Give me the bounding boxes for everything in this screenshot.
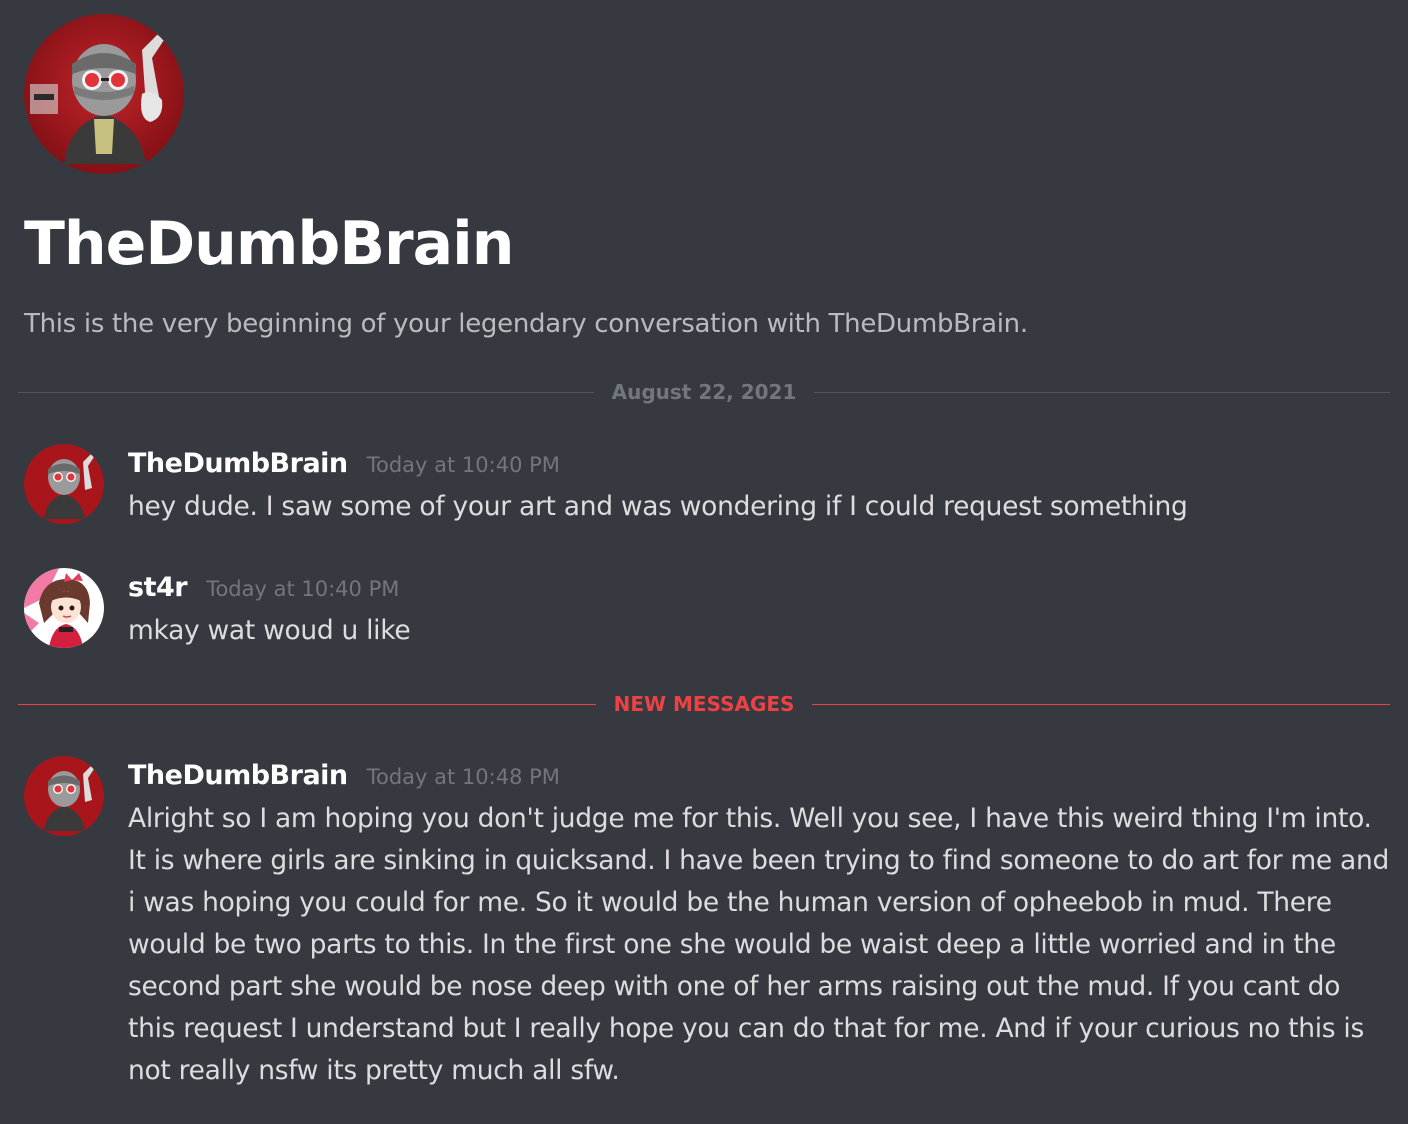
date-divider: August 22, 2021 — [18, 377, 1391, 407]
divider-line — [812, 703, 1391, 705]
message-item: st4r Today at 10:40 PM mkay wat woud u l… — [24, 568, 1394, 658]
divider-line — [814, 391, 1391, 393]
new-messages-divider: NEW MESSAGES — [18, 689, 1391, 719]
message-header: TheDumbBrain Today at 10:40 PM — [128, 446, 560, 482]
message-timestamp: Today at 10:40 PM — [206, 577, 400, 601]
divider-line — [18, 391, 594, 393]
message-timestamp: Today at 10:40 PM — [366, 453, 560, 477]
message-content: mkay wat woud u like — [128, 615, 411, 646]
author-avatar[interactable] — [24, 756, 104, 836]
new-messages-label: NEW MESSAGES — [613, 692, 795, 716]
message-header: st4r Today at 10:40 PM — [128, 570, 399, 606]
message-timestamp: Today at 10:48 PM — [366, 765, 560, 789]
dm-channel: TheDumbBrain This is the very beginning … — [0, 0, 1408, 1124]
message-header: TheDumbBrain Today at 10:48 PM — [128, 758, 560, 794]
message-item: TheDumbBrain Today at 10:40 PM hey dude.… — [24, 444, 1394, 534]
date-divider-label: August 22, 2021 — [611, 380, 797, 404]
message-content: Alright so I am hoping you don't judge m… — [128, 803, 1390, 1086]
profile-avatar-large[interactable] — [24, 14, 184, 174]
message-content: hey dude. I saw some of your art and was… — [128, 491, 1188, 522]
author-username[interactable]: TheDumbBrain — [128, 760, 348, 791]
dm-title: TheDumbBrain — [24, 209, 514, 279]
dm-intro-text: This is the very beginning of your legen… — [24, 309, 1028, 339]
author-username[interactable]: TheDumbBrain — [128, 448, 348, 479]
author-avatar[interactable] — [24, 444, 104, 524]
author-username[interactable]: st4r — [128, 572, 188, 603]
divider-line — [18, 703, 596, 705]
author-avatar[interactable] — [24, 568, 104, 648]
message-item: TheDumbBrain Today at 10:48 PM Alright s… — [24, 756, 1394, 1096]
